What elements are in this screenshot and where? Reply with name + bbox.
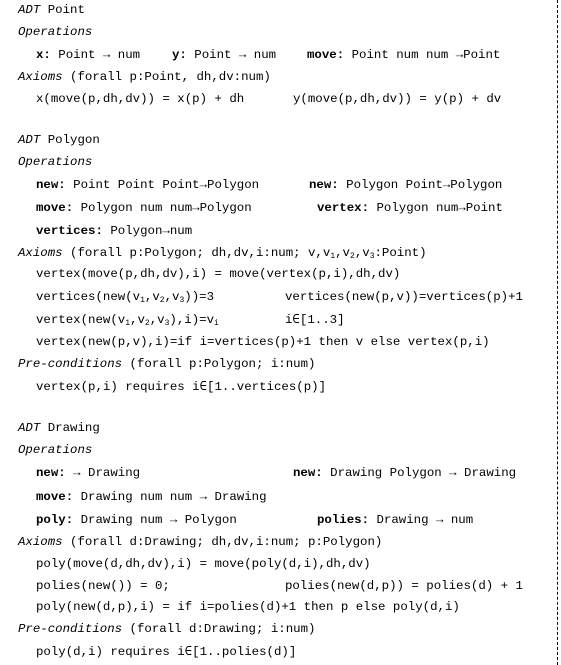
operation-move: move: Drawing num num → Drawing [36,490,267,504]
axiom: x(move(p,dh,dv)) = x(p) + dh [36,92,245,106]
operation-new: new: Point Point Point→Polygon [36,178,260,192]
adt-keyword: ADT [18,421,41,435]
preconditions-heading: Pre-conditions (forall p:Polygon; i:num) [18,357,316,371]
operation-polies: polies: Drawing → num [317,513,474,527]
axiom: polies(new(d,p)) = polies(d) + 1 [285,579,523,593]
axiom: vertex(new(v1,v2,v3),i)=vi [36,313,219,328]
operation-new: new: Drawing Polygon → Drawing [293,466,517,480]
adt-polygon-header: ADT Polygon [18,132,100,148]
axiom: i∈[1..3] [285,313,345,327]
operation-x: x: Point → num [36,48,141,62]
spec-document: ADT Point Operations x: Point → num y: P… [0,0,558,665]
preconditions-heading: Pre-conditions (forall d:Drawing; i:num) [18,622,316,636]
operation-new: new: → Drawing [36,466,141,480]
adt-point-header: ADT Point [18,2,85,18]
operations-label: Operations [18,155,93,169]
operations-label: Operations [18,443,93,457]
precondition: vertex(p,i) requires i∈[1..vertices(p)] [36,380,327,394]
axiom: vertex(new(p,v),i)=if i=vertices(p)+1 th… [36,335,490,349]
operation-move: move: Point num num →Point [307,48,501,62]
axiom: poly(move(d,dh,dv),i) = move(poly(d,i),d… [36,557,371,571]
operation-move: move: Polygon num num→Polygon [36,201,252,215]
operation-new: new: Polygon Point→Polygon [309,178,503,192]
axiom: vertices(new(p,v))=vertices(p)+1 [285,290,523,304]
operation-vertices: vertices: Polygon→num [36,224,193,238]
axiom: polies(new()) = 0; [36,579,170,593]
precondition: poly(d,i) requires i∈[1..polies(d)] [36,645,297,659]
adt-drawing-header: ADT Drawing [18,420,100,436]
axiom: poly(new(d,p),i) = if i=polies(d)+1 then… [36,600,460,614]
operation-y: y: Point → num [172,48,277,62]
adt-name: Point [47,3,85,17]
adt-name: Drawing [47,421,100,435]
axiom: y(move(p,dh,dv)) = y(p) + dv [293,92,502,106]
axiom: vertices(new(v1,v2,v3))=3 [36,290,215,305]
axioms-heading: Axioms (forall d:Drawing; dh,dv,i:num; p… [18,535,383,549]
operation-vertex: vertex: Polygon num→Point [317,201,503,215]
axioms-heading: Axioms (forall p:Point, dh,dv:num) [18,70,271,84]
axiom: vertex(move(p,dh,dv),i) = move(vertex(p,… [36,267,401,281]
adt-keyword: ADT [18,133,41,147]
operation-poly: poly: Drawing num → Polygon [36,513,237,527]
adt-name: Polygon [47,133,100,147]
operations-label: Operations [18,25,93,39]
axioms-heading: Axioms (forall p:Polygon; dh,dv,i:num; v… [18,246,427,261]
adt-keyword: ADT [18,3,41,17]
